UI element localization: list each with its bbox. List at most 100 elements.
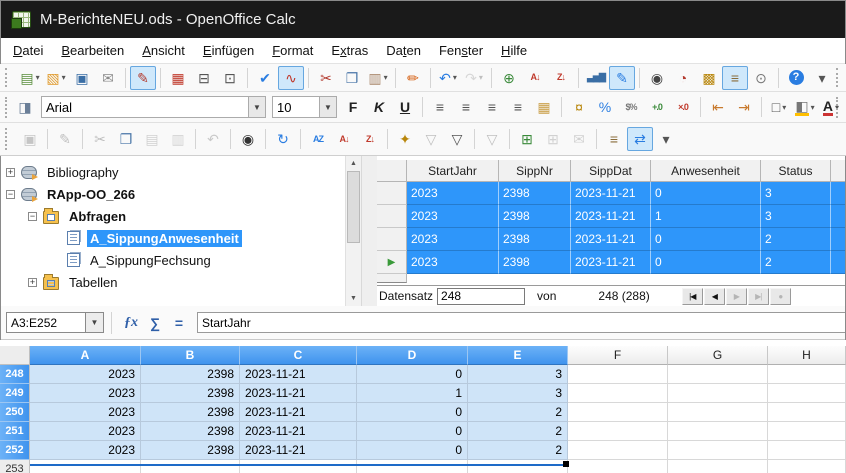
menu-item-hilfe[interactable]: Hilfe: [492, 40, 536, 61]
standard-format-button[interactable]: $%: [618, 95, 644, 119]
menu-item-format[interactable]: Format: [263, 40, 322, 61]
scroll-up-icon[interactable]: ▲: [346, 156, 361, 171]
menu-item-ansicht[interactable]: Ansicht: [133, 40, 194, 61]
explorer-scrollbar[interactable]: ▲ ▼: [345, 156, 361, 306]
find-record-button[interactable]: ◉: [235, 127, 261, 151]
function-wizard-icon[interactable]: ƒx: [119, 315, 143, 331]
navigator-button[interactable]: ◔: [670, 66, 696, 90]
grid-row-selector[interactable]: [377, 228, 407, 251]
chevron-down-icon[interactable]: ▾: [62, 73, 66, 82]
font-name-input[interactable]: [42, 97, 248, 117]
select-all-corner[interactable]: [0, 346, 30, 365]
selection-handle[interactable]: [563, 461, 569, 467]
percent-format-button[interactable]: %: [592, 95, 618, 119]
align-center-button[interactable]: ≡: [453, 95, 479, 119]
grid-cell[interactable]: 2398: [499, 182, 571, 205]
sheet-cell[interactable]: [668, 403, 768, 422]
grid-cell[interactable]: 2: [761, 228, 831, 251]
grid-cell[interactable]: 0: [651, 182, 761, 205]
toolbar-grip[interactable]: [836, 68, 843, 87]
currency-format-button[interactable]: ¤: [566, 95, 592, 119]
paste-button[interactable]: ▥: [165, 127, 191, 151]
toolbar-grip[interactable]: [5, 68, 12, 87]
sheet-cell[interactable]: [768, 460, 846, 473]
grid-column-header-sippdat[interactable]: SippDat: [571, 160, 651, 182]
sheet-cell[interactable]: [668, 422, 768, 441]
sheet-cell[interactable]: 2023-11-21: [240, 365, 357, 384]
autofilter-button[interactable]: ✦: [392, 127, 418, 151]
find-replace-button[interactable]: ◉: [644, 66, 670, 90]
grid-row-selector[interactable]: [377, 205, 407, 228]
explorer-toggle-button[interactable]: ⇄: [627, 127, 653, 151]
grid-cell[interactable]: 2023: [407, 205, 499, 228]
sheet-cell[interactable]: [768, 422, 846, 441]
row-header[interactable]: 253: [0, 460, 30, 473]
format-paintbrush-button[interactable]: ✏: [400, 66, 426, 90]
chevron-down-icon[interactable]: ▾: [782, 103, 786, 112]
sheet-cell[interactable]: 2023: [30, 384, 141, 403]
grid-row[interactable]: 202323982023-11-2102: [377, 228, 846, 251]
explorer-splitter[interactable]: [362, 156, 377, 306]
grid-cell[interactable]: 2023-11-21: [571, 182, 651, 205]
toolbar-grip[interactable]: [836, 97, 843, 118]
grid-row-selector[interactable]: [377, 182, 407, 205]
edit-data-button[interactable]: ✎: [52, 127, 78, 151]
sheet-cell[interactable]: [30, 460, 141, 473]
chevron-down-icon[interactable]: ▼: [319, 97, 336, 117]
sheet-cell[interactable]: [240, 460, 357, 473]
undo-button[interactable]: ↶▾: [435, 66, 461, 90]
grid-cell[interactable]: 2: [761, 251, 831, 274]
spellcheck-button[interactable]: ✔: [252, 66, 278, 90]
column-header-d[interactable]: D: [357, 346, 468, 365]
grid-row-selector[interactable]: [377, 274, 407, 283]
sheet-cell[interactable]: 0: [357, 365, 468, 384]
save-button[interactable]: ▣: [69, 66, 95, 90]
styles-button[interactable]: ◨: [12, 95, 38, 119]
menu-item-extras[interactable]: Extras: [322, 40, 377, 61]
italic-button[interactable]: K: [366, 95, 392, 119]
grid-cell[interactable]: 2023: [407, 228, 499, 251]
grid-cell[interactable]: 2023-11-21: [571, 251, 651, 274]
menu-item-bearbeiten[interactable]: Bearbeiten: [52, 40, 133, 61]
sheet-cell[interactable]: [768, 441, 846, 460]
scroll-down-icon[interactable]: ▼: [346, 291, 361, 306]
sheet-cell[interactable]: 3: [468, 365, 568, 384]
expander-icon[interactable]: −: [6, 190, 15, 199]
row-header[interactable]: 251: [0, 422, 30, 441]
grid-column-header-anwesenheit[interactable]: Anwesenheit: [651, 160, 761, 182]
page-preview-button[interactable]: ⊡: [217, 66, 243, 90]
sheet-cell[interactable]: 0: [357, 403, 468, 422]
toolbar-grip[interactable]: [5, 97, 7, 118]
background-color-button[interactable]: ◧▾: [792, 95, 818, 119]
bold-button[interactable]: F: [340, 95, 366, 119]
font-size-input[interactable]: [273, 97, 319, 117]
chevron-down-icon[interactable]: ▼: [85, 313, 103, 332]
help-button[interactable]: ?: [783, 66, 809, 90]
save-record-button[interactable]: ▣: [17, 127, 43, 151]
sheet-cell[interactable]: 2398: [141, 365, 240, 384]
scrollbar-thumb[interactable]: [347, 171, 360, 243]
open-button[interactable]: ▧▾: [43, 66, 69, 90]
sheet-cell[interactable]: [768, 365, 846, 384]
column-header-b[interactable]: B: [141, 346, 240, 365]
zoom-button[interactable]: ⊙: [748, 66, 774, 90]
grid-cell[interactable]: 0: [651, 251, 761, 274]
grid-cell[interactable]: 2023: [407, 182, 499, 205]
chevron-down-icon[interactable]: ▾: [384, 73, 388, 82]
new-document-button[interactable]: ▤▾: [17, 66, 43, 90]
standard-filter-button[interactable]: ▽: [444, 127, 470, 151]
toolbar-options-button[interactable]: ▾: [653, 127, 679, 151]
row-header[interactable]: 250: [0, 403, 30, 422]
grid-row-selector[interactable]: ▶: [377, 251, 407, 274]
underline-button[interactable]: U: [392, 95, 418, 119]
row-header[interactable]: 252: [0, 441, 30, 460]
data-to-text-button[interactable]: ⊞: [514, 127, 540, 151]
column-header-c[interactable]: C: [240, 346, 357, 365]
auto-spellcheck-button[interactable]: ∿: [278, 66, 304, 90]
sheet-cell[interactable]: 2398: [141, 422, 240, 441]
tree-item[interactable]: A_SippungAnwesenheit: [0, 227, 345, 249]
grid-cell[interactable]: 2023-11-21: [571, 228, 651, 251]
grid-cell[interactable]: 2023: [407, 251, 499, 274]
sheet-cell[interactable]: 2398: [141, 403, 240, 422]
sheet-cell[interactable]: [668, 441, 768, 460]
